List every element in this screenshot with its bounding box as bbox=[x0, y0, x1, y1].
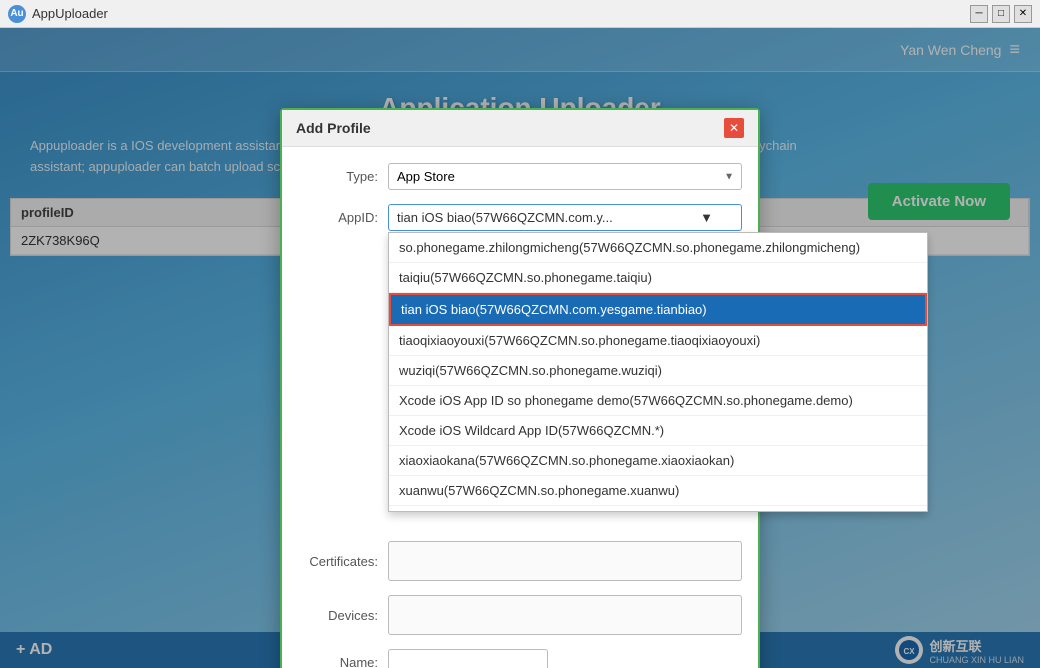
title-bar: Au AppUploader ─ □ ✕ bbox=[0, 0, 1040, 28]
name-input[interactable] bbox=[388, 649, 548, 668]
dropdown-item-9[interactable]: zhuoqiu(57W66QZCMN.so.phonegame.zhuoqiu) bbox=[389, 506, 927, 512]
app-area: Yan Wen Cheng ≡ Application Uploader App… bbox=[0, 28, 1040, 668]
window-controls: ─ □ ✕ bbox=[970, 5, 1032, 23]
app-icon: Au bbox=[8, 5, 26, 23]
modal-title: Add Profile bbox=[296, 120, 371, 136]
type-control: App Store ▼ bbox=[388, 163, 742, 190]
appid-dropdown-trigger[interactable]: tian iOS biao(57W66QZCMN.com.y... ▼ bbox=[388, 204, 742, 231]
devices-control bbox=[388, 595, 742, 635]
devices-list[interactable] bbox=[388, 595, 742, 635]
minimize-button[interactable]: ─ bbox=[970, 5, 988, 23]
appid-selected-text: tian iOS biao(57W66QZCMN.com.y... bbox=[397, 210, 613, 225]
type-select[interactable]: App Store bbox=[388, 163, 742, 190]
dropdown-item-6[interactable]: Xcode iOS Wildcard App ID(57W66QZCMN.*) bbox=[389, 416, 927, 446]
dropdown-item-7[interactable]: xiaoxiaokana(57W66QZCMN.so.phonegame.xia… bbox=[389, 446, 927, 476]
dropdown-item-4[interactable]: wuziqi(57W66QZCMN.so.phonegame.wuziqi) bbox=[389, 356, 927, 386]
app-title: AppUploader bbox=[32, 6, 108, 21]
dropdown-item-3[interactable]: tiaoqixiaoyouxi(57W66QZCMN.so.phonegame.… bbox=[389, 326, 927, 356]
appid-dropdown-list: so.phonegame.zhilongmicheng(57W66QZCMN.s… bbox=[388, 232, 928, 512]
dropdown-item-5[interactable]: Xcode iOS App ID so phonegame demo(57W66… bbox=[389, 386, 927, 416]
dropdown-item-1[interactable]: taiqiu(57W66QZCMN.so.phonegame.taiqiu) bbox=[389, 263, 927, 293]
dropdown-item-0[interactable]: so.phonegame.zhilongmicheng(57W66QZCMN.s… bbox=[389, 233, 927, 263]
certificates-list[interactable] bbox=[388, 541, 742, 581]
certificates-row: Certificates: bbox=[298, 541, 742, 581]
add-profile-modal: Add Profile ✕ Type: App Store ▼ bbox=[280, 108, 760, 668]
modal-body: Type: App Store ▼ AppID: bbox=[282, 147, 758, 668]
appid-row: AppID: tian iOS biao(57W66QZCMN.com.y...… bbox=[298, 204, 742, 231]
name-label: Name: bbox=[298, 655, 388, 668]
type-label: Type: bbox=[298, 169, 388, 184]
certificates-control bbox=[388, 541, 742, 581]
type-row: Type: App Store ▼ bbox=[298, 163, 742, 190]
dropdown-item-8[interactable]: xuanwu(57W66QZCMN.so.phonegame.xuanwu) bbox=[389, 476, 927, 506]
appid-arrow-icon: ▼ bbox=[700, 210, 713, 225]
appid-wrapper: tian iOS biao(57W66QZCMN.com.y... ▼ so.p… bbox=[388, 204, 742, 231]
devices-row: Devices: bbox=[298, 595, 742, 635]
modal-close-button[interactable]: ✕ bbox=[724, 118, 744, 138]
dropdown-item-2[interactable]: tian iOS biao(57W66QZCMN.com.yesgame.tia… bbox=[389, 293, 927, 326]
maximize-button[interactable]: □ bbox=[992, 5, 1010, 23]
name-control bbox=[388, 649, 742, 668]
devices-label: Devices: bbox=[298, 608, 388, 623]
name-row: Name: bbox=[298, 649, 742, 668]
appid-label: AppID: bbox=[298, 210, 388, 225]
certificates-label: Certificates: bbox=[298, 554, 388, 569]
modal-header: Add Profile ✕ bbox=[282, 110, 758, 147]
close-button[interactable]: ✕ bbox=[1014, 5, 1032, 23]
modal-overlay: Add Profile ✕ Type: App Store ▼ bbox=[0, 28, 1040, 668]
